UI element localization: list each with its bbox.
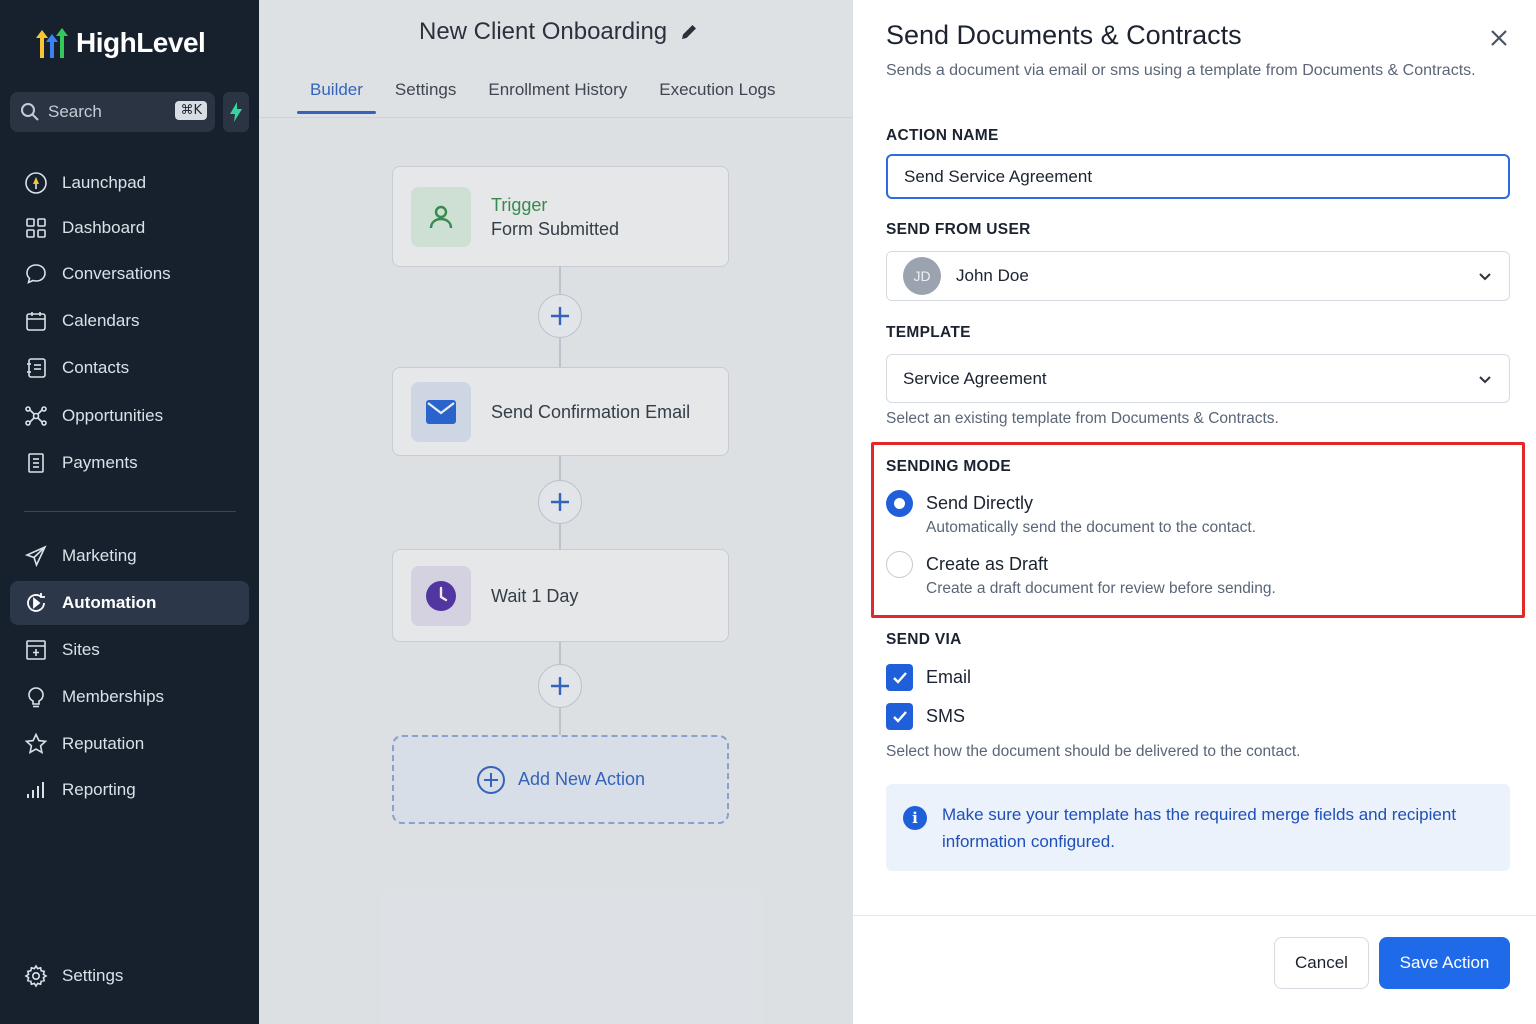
search-icon [21,103,39,121]
template-label: TEMPLATE [886,324,971,341]
contacts-icon [27,358,46,378]
panel-subtitle: Sends a document via email or sms using … [886,62,1476,79]
modal-backdrop[interactable] [259,0,853,1024]
sidebar-item-label: Launchpad [62,173,147,192]
sidebar-item-label: Reporting [62,780,136,799]
chevron-down-icon [1479,273,1491,281]
checkmark-icon [892,671,907,684]
search-input[interactable]: Search ⌘K [10,92,215,132]
cancel-button[interactable]: Cancel [1274,937,1369,989]
sidebar: HighLevel Search ⌘K Launchpad Dashboard … [0,0,259,1024]
sidebar-item-automation[interactable]: Automation [10,581,249,625]
info-text: Make sure your template has the required… [942,805,1457,851]
dashboard-icon [26,218,46,238]
sidebar-item-label: Dashboard [62,218,146,237]
send-from-value: John Doe [956,266,1029,285]
sidebar-item-label: Contacts [62,358,130,377]
brand-logo[interactable]: HighLevel [34,24,206,62]
sending-mode-highlight [871,442,1525,618]
sidebar-item-reporting[interactable]: Reporting [10,768,249,812]
action-name-label: ACTION NAME [886,127,999,144]
close-icon[interactable] [1486,25,1512,51]
sidebar-item-label: Payments [62,453,138,472]
opportunities-icon [25,406,47,426]
payments-icon [28,453,44,473]
action-name-value: Send Service Agreement [904,166,1093,186]
template-help: Select an existing template from Documen… [886,410,1279,427]
highlevel-logo-icon [36,28,68,58]
template-value: Service Agreement [903,368,1047,388]
sidebar-item-label: Conversations [62,264,171,283]
sidebar-item-label: Settings [62,966,124,985]
sidebar-item-label: Memberships [62,687,165,706]
sidebar-item-label: Automation [62,593,157,612]
save-action-button[interactable]: Save Action [1379,937,1510,989]
sidebar-item-contacts[interactable]: Contacts [10,346,249,390]
sidebar-item-launchpad[interactable]: Launchpad [10,161,249,205]
send-icon [24,545,47,568]
chat-icon [26,264,46,284]
gear-icon [24,964,48,988]
send-via-label: SEND VIA [886,631,962,648]
search-label: Search [48,102,102,121]
sidebar-item-label: Calendars [62,311,140,330]
sidebar-item-dashboard[interactable]: Dashboard [10,206,249,250]
calendar-icon [26,312,46,331]
brand-name: HighLevel [76,27,206,58]
lightning-icon [230,102,242,122]
checkbox-email[interactable] [886,664,913,691]
sidebar-item-label: Opportunities [62,406,164,425]
checkmark-icon [892,710,907,723]
sidebar-item-label: Sites [62,640,100,659]
sidebar-divider [24,511,236,512]
star-icon [24,732,48,754]
checkbox-label[interactable]: SMS [926,706,965,727]
info-callout: i Make sure your template has the requir… [886,784,1510,871]
sidebar-item-opportunities[interactable]: Opportunities [10,394,249,438]
quick-actions-button[interactable] [223,92,249,132]
sites-icon [26,640,46,660]
chevron-down-icon [1479,375,1491,383]
launchpad-icon [25,172,47,194]
send-from-label: SEND FROM USER [886,221,1031,238]
sidebar-item-sites[interactable]: Sites [10,628,249,672]
sidebar-item-label: Marketing [62,546,137,565]
memberships-icon [28,687,44,708]
sidebar-item-label: Reputation [62,734,145,753]
sidebar-item-memberships[interactable]: Memberships [10,675,249,719]
panel-title: Send Documents & Contracts [886,20,1242,50]
sidebar-item-calendars[interactable]: Calendars [10,299,249,343]
checkbox-sms[interactable] [886,703,913,730]
send-from-select[interactable]: JD John Doe [886,251,1510,301]
send-via-help: Select how the document should be delive… [886,743,1301,760]
footer-divider [853,915,1536,916]
sidebar-item-reputation[interactable]: Reputation [10,722,249,766]
sidebar-item-settings[interactable]: Settings [10,954,249,998]
template-select[interactable]: Service Agreement [886,354,1510,403]
action-name-input[interactable]: Send Service Agreement [886,154,1510,199]
reporting-icon [27,782,44,798]
sidebar-item-payments[interactable]: Payments [10,441,249,485]
avatar: JD [903,257,941,295]
search-shortcut: ⌘K [175,101,207,120]
automation-icon [27,593,45,612]
sidebar-item-conversations[interactable]: Conversations [10,252,249,296]
info-icon: i [903,806,927,830]
sidebar-item-marketing[interactable]: Marketing [10,534,249,578]
checkbox-label[interactable]: Email [926,667,971,688]
